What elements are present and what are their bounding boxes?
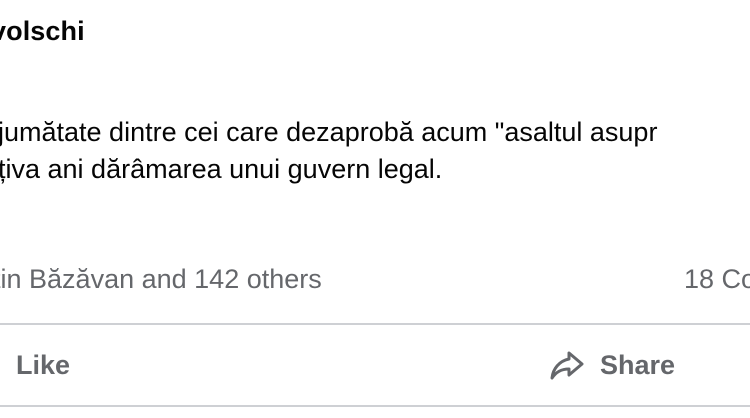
like-button[interactable]: Like: [16, 325, 70, 405]
share-arrow-icon: [548, 346, 586, 384]
feed-post: volschi jumătate dintre cei care dezapro…: [0, 0, 750, 418]
like-button-label: Like: [16, 349, 71, 380]
share-button-label: Share: [600, 349, 676, 380]
reactions-summary[interactable]: ntin Băzăvan and 142 others: [0, 264, 322, 295]
post-body-text: jumătate dintre cei care dezaprobă acum …: [0, 114, 750, 188]
post-author-name[interactable]: volschi: [0, 16, 85, 47]
share-button[interactable]: Share: [548, 325, 675, 405]
post-body-line: jumătate dintre cei care dezaprobă acum …: [0, 117, 658, 147]
post-body-line: țiva ani dărâmarea unui guvern legal.: [0, 154, 443, 184]
post-action-bar: Like Share: [0, 325, 750, 405]
comments-count[interactable]: 18 Co: [684, 264, 750, 295]
actions-divider-bottom: [0, 405, 750, 407]
